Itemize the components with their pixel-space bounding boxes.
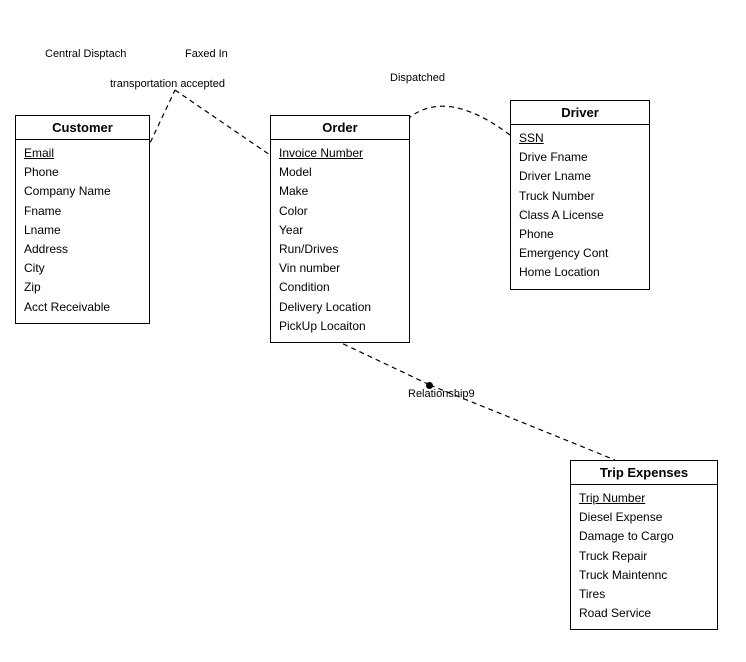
driver-field-drive-fname: Drive Fname xyxy=(519,148,641,167)
label-faxed-in: Faxed In xyxy=(185,48,228,60)
customer-field-address: Address xyxy=(24,240,141,259)
customer-field-zip: Zip xyxy=(24,278,141,297)
order-field-delivery: Delivery Location xyxy=(279,298,401,317)
driver-field-driver-lname: Driver Lname xyxy=(519,167,641,186)
customer-field-lname: Lname xyxy=(24,221,141,240)
driver-field-phone: Phone xyxy=(519,225,641,244)
trip-expenses-fields: Trip Number Diesel Expense Damage to Car… xyxy=(571,485,717,629)
label-relationship9: Relationship9 xyxy=(408,388,475,400)
driver-fields: SSN Drive Fname Driver Lname Truck Numbe… xyxy=(511,125,649,289)
order-field-model: Model xyxy=(279,163,401,182)
driver-entity: Driver SSN Drive Fname Driver Lname Truc… xyxy=(510,100,650,290)
customer-field-city: City xyxy=(24,259,141,278)
order-fields: Invoice Number Model Make Color Year Run… xyxy=(271,140,409,342)
customer-fields: Email Phone Company Name Fname Lname Add… xyxy=(16,140,149,323)
trip-field-truck-repair: Truck Repair xyxy=(579,547,709,566)
order-field-color: Color xyxy=(279,202,401,221)
trip-expenses-title: Trip Expenses xyxy=(571,461,717,485)
order-entity: Order Invoice Number Model Make Color Ye… xyxy=(270,115,410,343)
customer-field-company: Company Name xyxy=(24,182,141,201)
label-central-dispatch: Central Disptach xyxy=(45,48,126,60)
customer-entity: Customer Email Phone Company Name Fname … xyxy=(15,115,150,324)
trip-field-road: Road Service xyxy=(579,604,709,623)
trip-field-truck-maint: Truck Maintennc xyxy=(579,566,709,585)
order-field-invoice: Invoice Number xyxy=(279,144,401,163)
label-dispatched: Dispatched xyxy=(390,72,445,84)
order-field-year: Year xyxy=(279,221,401,240)
driver-field-truck-number: Truck Number xyxy=(519,187,641,206)
driver-field-home: Home Location xyxy=(519,263,641,282)
driver-field-class-a: Class A License xyxy=(519,206,641,225)
diagram-container: Central Disptach Faxed In transportation… xyxy=(0,0,746,662)
driver-field-ssn: SSN xyxy=(519,129,641,148)
customer-field-email: Email xyxy=(24,144,141,163)
driver-field-emergency: Emergency Cont xyxy=(519,244,641,263)
trip-field-tires: Tires xyxy=(579,585,709,604)
trip-expenses-entity: Trip Expenses Trip Number Diesel Expense… xyxy=(570,460,718,630)
customer-field-fname: Fname xyxy=(24,202,141,221)
driver-title: Driver xyxy=(511,101,649,125)
trip-field-diesel: Diesel Expense xyxy=(579,508,709,527)
order-field-make: Make xyxy=(279,182,401,201)
order-field-vin: Vin number xyxy=(279,259,401,278)
order-field-rundrives: Run/Drives xyxy=(279,240,401,259)
customer-field-phone: Phone xyxy=(24,163,141,182)
customer-title: Customer xyxy=(16,116,149,140)
order-title: Order xyxy=(271,116,409,140)
trip-field-damage: Damage to Cargo xyxy=(579,527,709,546)
order-field-condition: Condition xyxy=(279,278,401,297)
order-field-pickup: PickUp Locaiton xyxy=(279,317,401,336)
trip-field-number: Trip Number xyxy=(579,489,709,508)
customer-field-acct: Acct Receivable xyxy=(24,298,141,317)
label-transportation-accepted: transportation accepted xyxy=(110,78,225,90)
